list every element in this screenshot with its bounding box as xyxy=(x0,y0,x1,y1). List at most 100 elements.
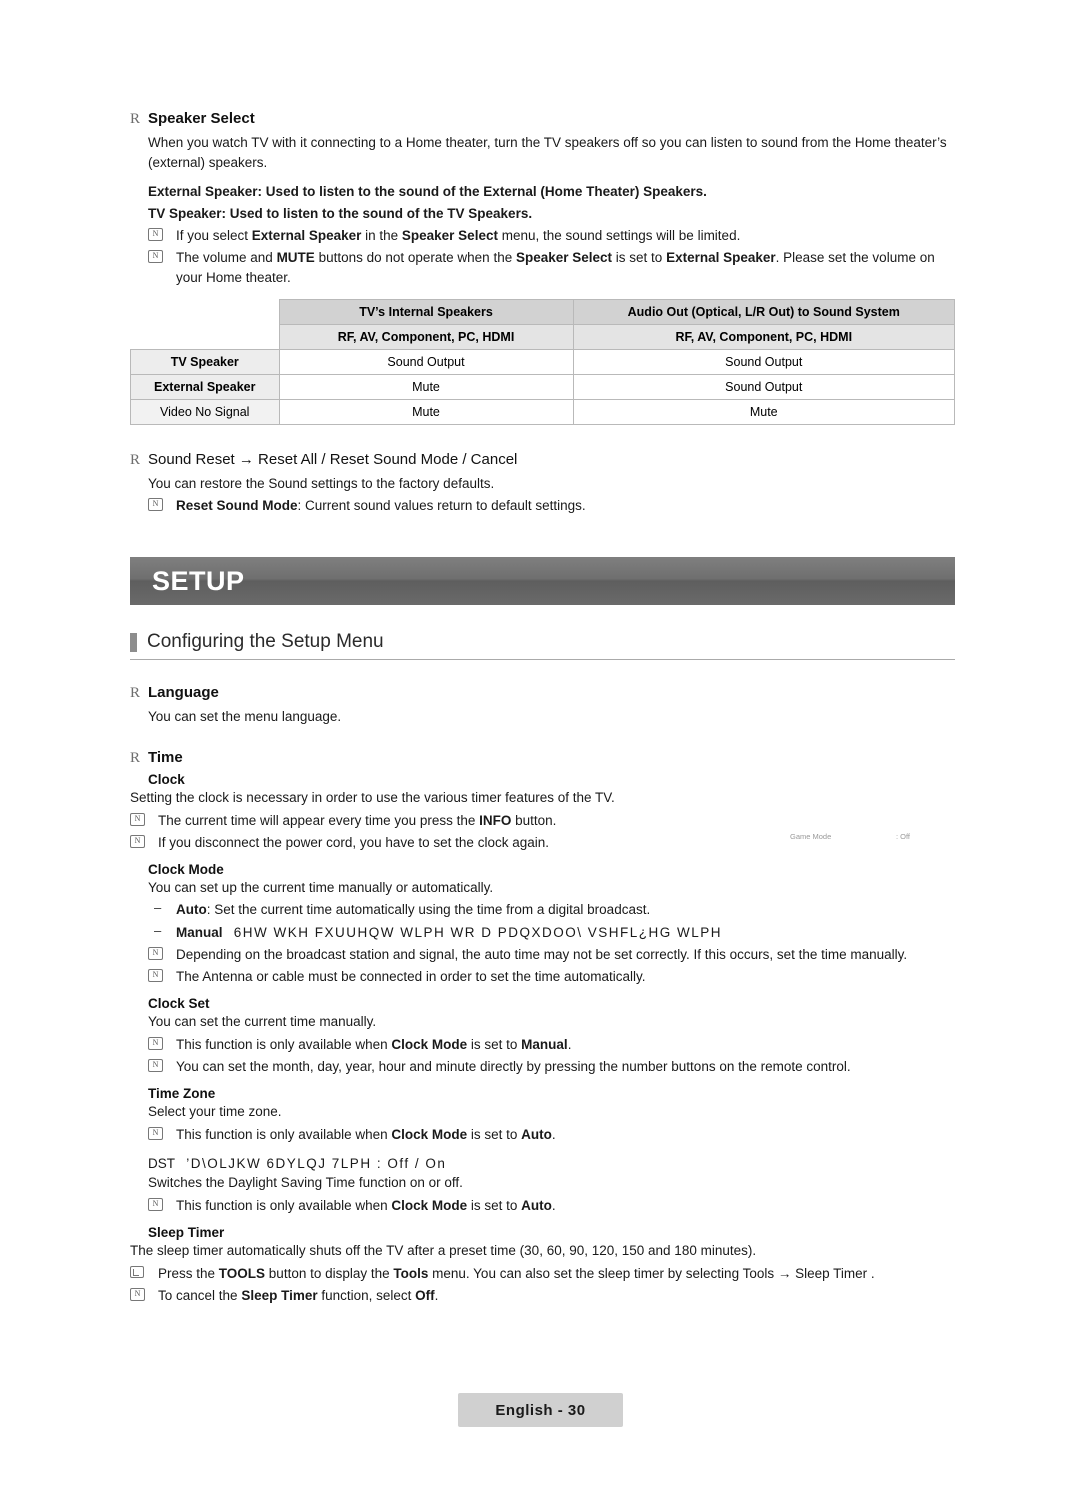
note-text: The current time will appear every time … xyxy=(158,812,557,828)
heading-text: Time xyxy=(148,749,183,766)
speaker-select-external-line: External Speaker: Used to listen to the … xyxy=(148,184,707,200)
note-icon: N xyxy=(130,1286,158,1301)
note-clock-mode-1: N Depending on the broadcast station and… xyxy=(148,945,955,964)
subheading-time-zone: Time Zone xyxy=(148,1085,216,1101)
note-speaker-select-2: N The volume and MUTE buttons do not ope… xyxy=(148,248,955,286)
sleep-timer-paragraph: The sleep timer automatically shuts off … xyxy=(130,1242,757,1258)
note-text: Press the TOOLS button to display the To… xyxy=(158,1265,875,1281)
sound-reset-paragraph: You can restore the Sound settings to th… xyxy=(148,475,495,491)
clock-mode-paragraph: You can set up the current time manually… xyxy=(148,879,494,895)
note-text: To cancel the Sleep Timer function, sele… xyxy=(158,1287,439,1303)
page-footer: English - 30 xyxy=(458,1393,623,1427)
note-speaker-select-1: N If you select External Speaker in the … xyxy=(148,226,955,245)
dst-paragraph: Switches the Daylight Saving Time functi… xyxy=(148,1175,463,1191)
table-subheader-audio-out: RF, AV, Component, PC, HDMI xyxy=(572,323,955,350)
heading-text: Language xyxy=(148,684,219,702)
note-text: Depending on the broadcast station and s… xyxy=(176,946,908,962)
subheading-clock: Clock xyxy=(148,772,185,787)
table-subheader-internal: RF, AV, Component, PC, HDMI xyxy=(278,323,574,350)
clock-mode-auto-text: Auto: Set the current time automatically… xyxy=(176,902,651,918)
table-row: TV Speaker Sound Output Sound Output xyxy=(130,348,955,375)
language-paragraph: You can set the menu language. xyxy=(148,709,342,725)
r-bullet-icon: R xyxy=(130,111,141,127)
heading-time: R Time xyxy=(130,749,955,767)
subheading-clock-mode: Clock Mode xyxy=(148,861,224,877)
note-icon: N xyxy=(148,496,176,512)
row-cell: Sound Output xyxy=(278,348,574,375)
note-sleep-timer: N To cancel the Sleep Timer function, se… xyxy=(130,1286,955,1305)
note-text: The volume and MUTE buttons do not opera… xyxy=(176,250,935,285)
footer-label: English - 30 xyxy=(495,1401,586,1419)
note-text: If you select External Speaker in the Sp… xyxy=(176,228,741,244)
row-label: External Speaker xyxy=(130,373,280,400)
sleep-timer-tools-row: Press the TOOLS button to display the To… xyxy=(130,1264,955,1283)
note-icon: N xyxy=(148,1125,176,1140)
document-page: R Speaker Select When you watch TV with … xyxy=(0,0,1080,1488)
table-row: Video No Signal Mute Mute xyxy=(130,398,955,425)
table-row: External Speaker Mute Sound Output xyxy=(130,373,955,400)
note-text: This function is only available when Clo… xyxy=(176,1036,572,1052)
table-subheader-row: RF, AV, Component, PC, HDMI RF, AV, Comp… xyxy=(130,323,955,350)
heading-speaker-select: R Speaker Select xyxy=(130,110,955,128)
note-text: The Antenna or cable must be connected i… xyxy=(176,968,646,984)
dash-icon: – xyxy=(154,922,162,938)
clock-paragraph: Setting the clock is necessary in order … xyxy=(130,790,615,805)
heading-language: R Language xyxy=(130,684,955,702)
note-time-zone: N This function is only available when C… xyxy=(148,1125,955,1144)
section-marker-icon xyxy=(130,632,137,652)
row-cell: Sound Output xyxy=(572,373,955,400)
setup-banner: SETUP xyxy=(130,557,955,606)
section-title: Configuring the Setup Menu xyxy=(147,631,384,653)
note-text: If you disconnect the power cord, you ha… xyxy=(158,834,549,850)
osd-artifact-label: Game Mode xyxy=(790,832,832,841)
row-cell: Mute xyxy=(278,398,574,425)
r-bullet-icon: R xyxy=(130,750,141,766)
speaker-select-tv-line: TV Speaker: Used to listen to the sound … xyxy=(148,205,533,221)
note-sound-reset: N Reset Sound Mode: Current sound values… xyxy=(148,496,955,515)
osd-artifact: Game Mode : Off xyxy=(790,832,910,841)
note-text: This function is only available when Clo… xyxy=(176,1197,556,1213)
table-corner-cell-2 xyxy=(130,324,279,350)
tools-icon xyxy=(130,1264,158,1281)
table-corner-cell xyxy=(130,299,279,325)
row-cell: Mute xyxy=(278,373,574,400)
note-icon: N xyxy=(148,945,176,960)
row-cell: Sound Output xyxy=(572,348,955,375)
row-label: TV Speaker xyxy=(130,348,280,375)
r-bullet-icon: R xyxy=(130,451,141,468)
note-dst: N This function is only available when C… xyxy=(148,1196,955,1215)
note-clock-set-2: N You can set the month, day, year, hour… xyxy=(148,1057,955,1076)
page-content: R Speaker Select When you watch TV with … xyxy=(130,110,955,1305)
note-text: Reset Sound Mode: Current sound values r… xyxy=(176,498,586,514)
note-icon: N xyxy=(148,226,176,242)
speaker-select-paragraph: When you watch TV with it connecting to … xyxy=(148,135,947,170)
heading-text: Sound Reset → Reset All / Reset Sound Mo… xyxy=(148,450,518,468)
section-title-row: Configuring the Setup Menu xyxy=(130,631,955,661)
r-bullet-icon: R xyxy=(130,685,141,702)
note-icon: N xyxy=(130,833,158,848)
note-clock-mode-2: N The Antenna or cable must be connected… xyxy=(148,967,955,986)
dst-label: DST xyxy=(148,1155,175,1171)
table-header-row: TV’s Internal Speakers Audio Out (Optica… xyxy=(130,298,955,325)
clock-mode-auto-row: – Auto: Set the current time automatical… xyxy=(148,900,955,919)
note-clock-1: N The current time will appear every tim… xyxy=(130,811,955,830)
clock-mode-manual-row: – Manual 6HW WKH FXUUHQW WLPH WR D PDQXD… xyxy=(148,923,955,942)
note-icon: N xyxy=(148,967,176,982)
dash-icon: – xyxy=(154,900,162,916)
note-text: This function is only available when Clo… xyxy=(176,1126,556,1142)
note-icon: N xyxy=(148,1057,176,1072)
row-label: Video No Signal xyxy=(130,398,280,425)
table-header-internal: TV’s Internal Speakers xyxy=(278,298,574,325)
note-icon: N xyxy=(148,1196,176,1211)
dst-row: DST ’D\OLJKW 6DYLQJ 7LPH : Off / On xyxy=(148,1154,955,1174)
row-cell: Mute xyxy=(572,398,955,425)
note-icon: N xyxy=(148,248,176,264)
table-header-audio-out: Audio Out (Optical, L/R Out) to Sound Sy… xyxy=(572,298,955,325)
subheading-clock-set: Clock Set xyxy=(148,996,210,1012)
note-text: You can set the month, day, year, hour a… xyxy=(176,1058,851,1074)
note-icon: N xyxy=(148,1035,176,1050)
banner-title: SETUP xyxy=(152,565,245,596)
note-clock-set-1: N This function is only available when C… xyxy=(148,1035,955,1054)
note-icon: N xyxy=(130,811,158,826)
clock-mode-manual-text: Manual 6HW WKH FXUUHQW WLPH WR D PDQXDOO… xyxy=(176,924,723,940)
